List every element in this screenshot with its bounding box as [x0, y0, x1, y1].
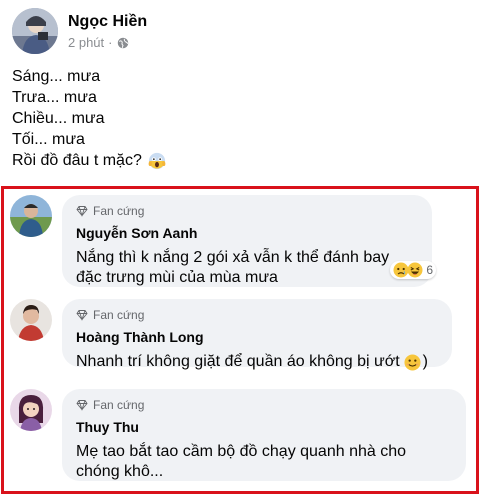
- meta-separator: ·: [108, 35, 113, 50]
- smile-emoji-icon: [404, 353, 421, 371]
- comment-line: đặc trưng mùi của mùa mưa: [76, 269, 278, 286]
- commenter-name[interactable]: Hoàng Thành Long: [76, 329, 438, 346]
- comment-text: Nhanh trí không giặt để quần áo không bị…: [76, 352, 438, 372]
- haha-emoji-icon: [407, 262, 423, 278]
- comment-item: Fan cứng Hoàng Thành Long Nhanh trí khôn…: [10, 299, 452, 371]
- fan-badge: Fan cứng: [76, 397, 452, 413]
- post-meta: 2 phút ·: [68, 35, 147, 50]
- comment-bubble: Fan cứng Nguyễn Sơn Aanh Nắng thì k nắng…: [62, 195, 436, 288]
- comment-text: Nắng thì k nắng 2 gói xả vẫn k thể đánh …: [76, 248, 418, 288]
- fan-badge: Fan cứng: [76, 203, 418, 219]
- globe-icon[interactable]: [117, 37, 129, 49]
- comment-item: Fan cứng Thuy Thu Mẹ tao bắt tao cầm bộ …: [10, 389, 466, 481]
- commenter-avatar[interactable]: [10, 195, 52, 237]
- comment-bubble: Fan cứng Thuy Thu Mẹ tao bắt tao cầm bộ …: [62, 389, 466, 481]
- post-line: Trưa... mưa: [12, 89, 97, 106]
- comment-line: ): [422, 353, 428, 370]
- comment-line: Mẹ tao bắt tao cầm bộ đồ chạy quanh nhà …: [76, 443, 407, 460]
- badge-label: Fan cứng: [93, 204, 145, 218]
- commenter-avatar[interactable]: [10, 389, 52, 431]
- highlighted-comments: Fan cứng Nguyễn Sơn Aanh Nắng thì k nắng…: [1, 186, 479, 494]
- diamond-icon: [76, 206, 88, 217]
- scream-emoji-icon: [148, 152, 166, 169]
- badge-label: Fan cứng: [93, 398, 145, 412]
- post-time[interactable]: 2 phút: [68, 35, 104, 50]
- comment-item: Fan cứng Nguyễn Sơn Aanh Nắng thì k nắng…: [10, 195, 436, 288]
- comment-line: chóng khô...: [76, 463, 164, 480]
- comment-line: Nắng thì k nắng 2 gói xả vẫn k thể đánh …: [76, 249, 390, 266]
- comment-text: Mẹ tao bắt tao cầm bộ đồ chạy quanh nhà …: [76, 442, 452, 482]
- reaction-count: 6: [426, 263, 433, 277]
- fan-badge: Fan cứng: [76, 307, 438, 323]
- commenter-name[interactable]: Nguyễn Sơn Aanh: [76, 225, 418, 242]
- post-line: Rồi đồ đâu t mặc?: [12, 152, 142, 169]
- commenter-name[interactable]: Thuy Thu: [76, 419, 452, 436]
- post-line: Sáng... mưa: [12, 68, 101, 85]
- post-text: Sáng... mưa Trưa... mưa Chiều... mưa Tối…: [12, 66, 166, 171]
- comment-bubble: Fan cứng Hoàng Thành Long Nhanh trí khôn…: [62, 299, 452, 371]
- author-name[interactable]: Ngọc Hiền: [68, 12, 147, 32]
- post-header: Ngọc Hiền 2 phút ·: [12, 8, 147, 54]
- reaction-summary[interactable]: 6: [390, 261, 436, 279]
- badge-label: Fan cứng: [93, 308, 145, 322]
- commenter-avatar[interactable]: [10, 299, 52, 341]
- post-line-last: Rồi đồ đâu t mặc?: [12, 150, 166, 171]
- diamond-icon: [76, 310, 88, 321]
- author-avatar[interactable]: [12, 8, 58, 54]
- comment-line: Nhanh trí không giặt để quần áo không bị…: [76, 353, 400, 370]
- post-line: Tối... mưa: [12, 131, 85, 148]
- post-line: Chiều... mưa: [12, 110, 105, 127]
- diamond-icon: [76, 400, 88, 411]
